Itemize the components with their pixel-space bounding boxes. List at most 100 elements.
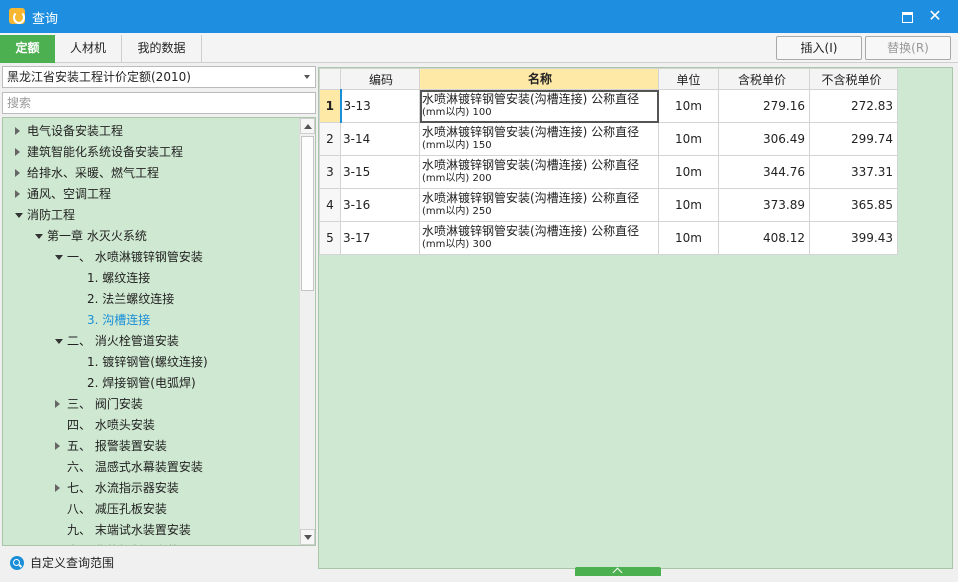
cell-unit[interactable]: 10m — [658, 221, 719, 255]
table-row[interactable]: 3 3-15 水喷淋镀锌钢管安装(沟槽连接) 公称直径 (mm以内) 200 10m 34… — [319, 155, 898, 189]
tree-item-label: 四、 水喷头安装 — [67, 418, 155, 432]
quota-library-select[interactable]: 黑龙江省安装工程计价定额(2010) — [2, 66, 316, 88]
expand-right-icon[interactable] — [15, 148, 20, 156]
tree-item[interactable]: 第一章 水灭火系统 — [3, 226, 299, 247]
header-index — [319, 68, 341, 90]
tree-item[interactable]: 2. 焊接钢管(电弧焊) — [3, 373, 299, 394]
tree-item-label: 二、 消火栓管道安装 — [67, 334, 179, 348]
search-icon — [10, 556, 24, 570]
cell-code[interactable]: 3-13 — [339, 89, 420, 123]
cell-unit[interactable]: 10m — [658, 122, 719, 156]
cell-name[interactable]: 水喷淋镀锌钢管安装(沟槽连接) 公称直径 (mm以内) 100 — [419, 89, 659, 123]
cell-code[interactable]: 3-14 — [340, 122, 420, 156]
cell-name-line2: (mm以内) 250 — [422, 206, 492, 217]
cell-unit[interactable]: 10m — [658, 89, 719, 123]
expand-down-icon[interactable] — [55, 255, 63, 260]
tree-scrollbar[interactable] — [299, 118, 315, 545]
cell-code[interactable]: 3-16 — [340, 188, 420, 222]
tree-item[interactable]: 给排水、采暖、燃气工程 — [3, 163, 299, 184]
maximize-icon[interactable] — [898, 7, 916, 25]
table-row[interactable]: 5 3-17 水喷淋镀锌钢管安装(沟槽连接) 公称直径 (mm以内) 300 10m 40… — [319, 221, 898, 255]
cell-name-line1: 水喷淋镀锌钢管安装(沟槽连接) 公称直径 — [422, 125, 640, 139]
tree-item[interactable]: 2. 法兰螺纹连接 — [3, 289, 299, 310]
tab-my-data[interactable]: 我的数据 — [122, 35, 202, 63]
results-table: 编码 名称 单位 含税单价 不含税单价 1 3-13 水喷淋镀锌钢管安装(沟槽连接)… — [319, 68, 898, 255]
panel-expand-handle[interactable] — [575, 567, 661, 576]
table-row[interactable]: 4 3-16 水喷淋镀锌钢管安装(沟槽连接) 公称直径 (mm以内) 250 10m 37… — [319, 188, 898, 222]
tree-item[interactable]: 十、 集热板制作安装 — [3, 541, 299, 545]
tree-item[interactable]: 电气设备安装工程 — [3, 121, 299, 142]
tree-item[interactable]: 通风、空调工程 — [3, 184, 299, 205]
cell-unit[interactable]: 10m — [658, 155, 719, 189]
tab-quota[interactable]: 定额 — [0, 35, 55, 63]
header-name[interactable]: 名称 — [419, 68, 659, 90]
table-row[interactable]: 2 3-14 水喷淋镀锌钢管安装(沟槽连接) 公称直径 (mm以内) 150 10m 30… — [319, 122, 898, 156]
cell-name-line1: 水喷淋镀锌钢管安装(沟槽连接) 公称直径 — [422, 158, 640, 172]
cell-name[interactable]: 水喷淋镀锌钢管安装(沟槽连接) 公称直径 (mm以内) 250 — [419, 188, 659, 222]
cell-name[interactable]: 水喷淋镀锌钢管安装(沟槽连接) 公称直径 (mm以内) 150 — [419, 122, 659, 156]
tab-labor-material-machine[interactable]: 人材机 — [55, 35, 122, 63]
cell-notax-price[interactable]: 399.43 — [809, 221, 898, 255]
cell-code[interactable]: 3-15 — [340, 155, 420, 189]
tree-item-label: 九、 末端试水装置安装 — [67, 523, 191, 537]
tree-item[interactable]: 八、 减压孔板安装 — [3, 499, 299, 520]
table-row[interactable]: 1 3-13 水喷淋镀锌钢管安装(沟槽连接) 公称直径 (mm以内) 100 10m 27… — [319, 89, 898, 123]
cell-code[interactable]: 3-17 — [340, 221, 420, 255]
tree-item[interactable]: 1. 镀锌钢管(螺纹连接) — [3, 352, 299, 373]
cell-tax-price[interactable]: 279.16 — [718, 89, 810, 123]
row-index[interactable]: 2 — [319, 122, 341, 156]
replace-button[interactable]: 替换(R) — [865, 36, 951, 60]
cell-name[interactable]: 水喷淋镀锌钢管安装(沟槽连接) 公称直径 (mm以内) 200 — [419, 155, 659, 189]
cell-name-line2: (mm以内) 100 — [422, 107, 492, 118]
header-tax-price[interactable]: 含税单价 — [718, 68, 810, 90]
tree-item[interactable]: 一、 水喷淋镀锌钢管安装 — [3, 247, 299, 268]
row-index[interactable]: 1 — [319, 89, 341, 123]
cell-unit[interactable]: 10m — [658, 188, 719, 222]
cell-notax-price[interactable]: 272.83 — [809, 89, 898, 123]
expand-down-icon[interactable] — [55, 339, 63, 344]
cell-tax-price[interactable]: 344.76 — [718, 155, 810, 189]
expand-right-icon[interactable] — [15, 127, 20, 135]
scroll-up-icon[interactable] — [300, 118, 315, 134]
expand-right-icon[interactable] — [55, 400, 60, 408]
expand-right-icon[interactable] — [55, 484, 60, 492]
expand-right-icon[interactable] — [15, 169, 20, 177]
cell-tax-price[interactable]: 408.12 — [718, 221, 810, 255]
scroll-thumb[interactable] — [301, 136, 314, 291]
cell-notax-price[interactable]: 299.74 — [809, 122, 898, 156]
insert-button[interactable]: 插入(I) — [776, 36, 862, 60]
chevron-down-icon[interactable] — [304, 75, 310, 79]
tree-item[interactable]: 四、 水喷头安装 — [3, 415, 299, 436]
tree-item[interactable]: 1. 螺纹连接 — [3, 268, 299, 289]
row-index[interactable]: 3 — [319, 155, 341, 189]
tree-item[interactable]: 九、 末端试水装置安装 — [3, 520, 299, 541]
header-notax-price[interactable]: 不含税单价 — [809, 68, 898, 90]
row-index[interactable]: 5 — [319, 221, 341, 255]
tree-item[interactable]: 二、 消火栓管道安装 — [3, 331, 299, 352]
tree-item[interactable]: 六、 温感式水幕装置安装 — [3, 457, 299, 478]
tree-item[interactable]: 五、 报警装置安装 — [3, 436, 299, 457]
category-tree: 十、 集热板制作安装 九、 末端试水装置安装 八、 减压孔板安装七、 水流指示器安装… — [2, 117, 316, 546]
cell-name[interactable]: 水喷淋镀锌钢管安装(沟槽连接) 公称直径 (mm以内) 300 — [419, 221, 659, 255]
close-icon[interactable]: ✕ — [926, 7, 944, 25]
tree-item-label: 2. 焊接钢管(电弧焊) — [87, 376, 196, 390]
tree-item-label: 十、 集热板制作安装 — [67, 541, 179, 545]
cell-notax-price[interactable]: 337.31 — [809, 155, 898, 189]
header-code[interactable]: 编码 — [340, 68, 420, 90]
scroll-down-icon[interactable] — [300, 529, 315, 545]
expand-right-icon[interactable] — [55, 442, 60, 450]
tree-item[interactable]: 3. 沟槽连接 — [3, 310, 299, 331]
tree-item[interactable]: 七、 水流指示器安装 — [3, 478, 299, 499]
expand-down-icon[interactable] — [15, 213, 23, 218]
header-unit[interactable]: 单位 — [658, 68, 719, 90]
cell-notax-price[interactable]: 365.85 — [809, 188, 898, 222]
tree-item[interactable]: 三、 阀门安装 — [3, 394, 299, 415]
cell-tax-price[interactable]: 373.89 — [718, 188, 810, 222]
tree-item[interactable]: 消防工程 — [3, 205, 299, 226]
expand-right-icon[interactable] — [15, 190, 20, 198]
cell-tax-price[interactable]: 306.49 — [718, 122, 810, 156]
tree-item[interactable]: 建筑智能化系统设备安装工程 — [3, 142, 299, 163]
expand-down-icon[interactable] — [35, 234, 43, 239]
search-input[interactable] — [2, 92, 316, 114]
row-index[interactable]: 4 — [319, 188, 341, 222]
